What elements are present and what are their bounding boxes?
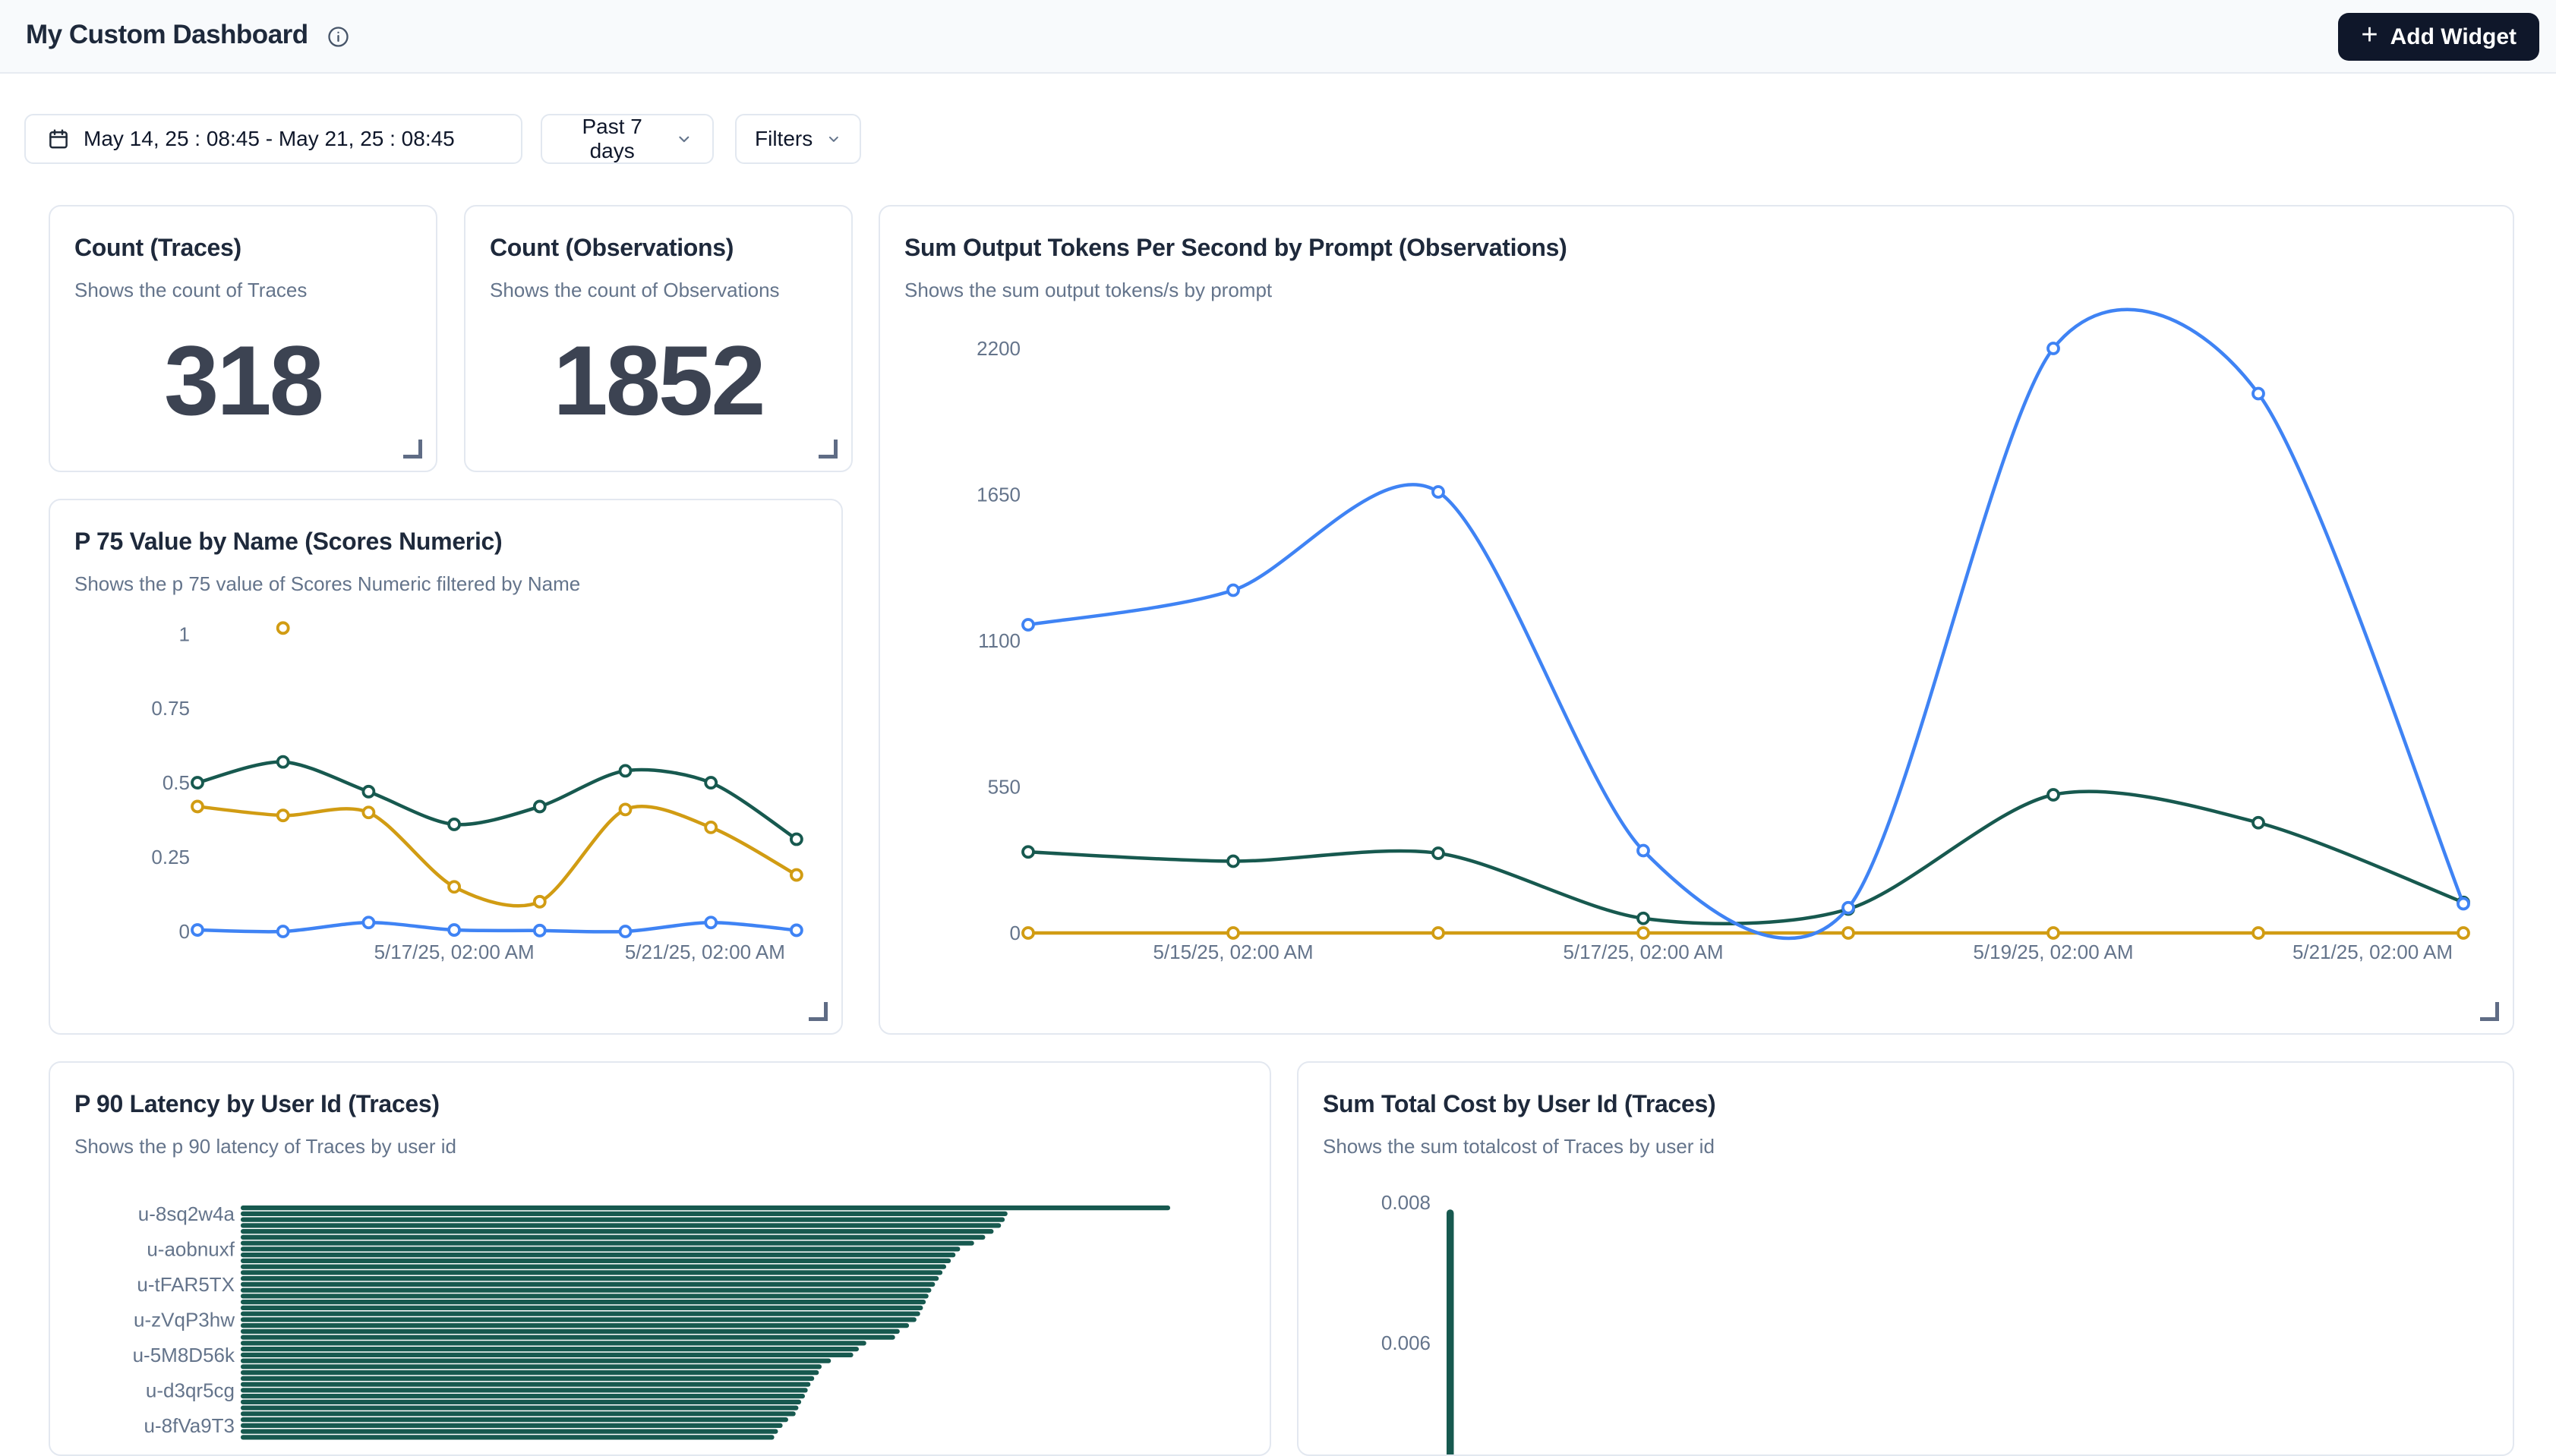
filters-label: Filters [755, 127, 813, 151]
svg-text:1650: 1650 [977, 484, 1021, 506]
svg-text:5/15/25, 02:00 AM: 5/15/25, 02:00 AM [1153, 941, 1313, 963]
svg-text:0.006: 0.006 [1381, 1332, 1431, 1354]
resize-handle-icon[interactable] [819, 440, 838, 459]
date-range-label: May 14, 25 : 08:45 - May 21, 25 : 08:45 [84, 127, 455, 151]
svg-text:u-d3qr5cg: u-d3qr5cg [146, 1379, 235, 1402]
svg-text:5/17/25, 02:00 AM: 5/17/25, 02:00 AM [1563, 941, 1723, 963]
svg-text:0: 0 [179, 920, 190, 943]
widget-title: P 90 Latency by User Id (Traces) [74, 1090, 1245, 1118]
widget-title: Sum Total Cost by User Id (Traces) [1323, 1090, 2488, 1118]
chevron-down-icon [826, 130, 841, 148]
add-widget-label: Add Widget [2390, 24, 2517, 50]
widget-count-traces: Count (Traces) Shows the count of Traces… [49, 205, 437, 472]
metric-value: 318 [74, 323, 412, 437]
svg-text:5/19/25, 02:00 AM: 5/19/25, 02:00 AM [1973, 941, 2133, 963]
widget-tokens-by-prompt: Sum Output Tokens Per Second by Prompt (… [879, 205, 2514, 1035]
widget-subtitle: Shows the p 90 latency of Traces by user… [74, 1135, 1245, 1158]
svg-text:u-8fVa9T3: u-8fVa9T3 [144, 1414, 235, 1437]
svg-text:0: 0 [1010, 922, 1021, 944]
svg-text:0.75: 0.75 [151, 697, 190, 720]
plus-icon: + [2361, 19, 2378, 52]
widget-title: Sum Output Tokens Per Second by Prompt (… [904, 234, 2488, 262]
svg-text:u-aobnuxf: u-aobnuxf [147, 1238, 235, 1261]
widget-cost-by-user: Sum Total Cost by User Id (Traces) Shows… [1297, 1061, 2514, 1456]
date-range-picker[interactable]: May 14, 25 : 08:45 - May 21, 25 : 08:45 [24, 114, 522, 164]
filters-dropdown[interactable]: Filters [735, 114, 861, 164]
widget-subtitle: Shows the sum output tokens/s by prompt [904, 279, 2488, 302]
widget-subtitle: Shows the count of Observations [490, 279, 827, 302]
resize-handle-icon[interactable] [809, 1002, 828, 1021]
widget-subtitle: Shows the count of Traces [74, 279, 412, 302]
widget-p90-latency: P 90 Latency by User Id (Traces) Shows t… [49, 1061, 1271, 1456]
svg-text:1: 1 [179, 622, 190, 645]
svg-text:u-tFAR5TX: u-tFAR5TX [137, 1273, 235, 1296]
page-title: My Custom Dashboard [26, 20, 308, 50]
chevron-down-icon [676, 130, 693, 148]
svg-text:2200: 2200 [977, 337, 1021, 360]
add-widget-button[interactable]: + Add Widget [2338, 13, 2539, 61]
widget-subtitle: Shows the p 75 value of Scores Numeric f… [74, 572, 817, 596]
svg-text:550: 550 [988, 776, 1021, 799]
date-preset-label: Past 7 days [562, 115, 662, 163]
info-icon[interactable] [327, 25, 350, 49]
calendar-icon [47, 128, 70, 150]
widget-subtitle: Shows the sum totalcost of Traces by use… [1323, 1135, 2488, 1158]
resize-handle-icon[interactable] [2480, 1002, 2499, 1021]
resize-handle-icon[interactable] [403, 440, 422, 459]
widget-count-observations: Count (Observations) Shows the count of … [464, 205, 853, 472]
tokens-line-chart[interactable]: 0 550 1100 1650 2200 5/15/25, 02:00 AM 5/17/25… [880, 206, 2514, 1035]
metric-value: 1852 [490, 323, 827, 437]
widget-p75-scores: P 75 Value by Name (Scores Numeric) Show… [49, 499, 843, 1035]
widget-title: P 75 Value by Name (Scores Numeric) [74, 528, 817, 556]
widget-title: Count (Observations) [490, 234, 827, 262]
svg-text:u-5M8D56k: u-5M8D56k [133, 1344, 235, 1366]
widget-title: Count (Traces) [74, 234, 412, 262]
svg-text:u-zVqP3hw: u-zVqP3hw [134, 1309, 235, 1332]
svg-text:0.25: 0.25 [151, 846, 190, 868]
svg-text:1100: 1100 [978, 629, 1021, 652]
svg-text:0.5: 0.5 [163, 771, 190, 794]
date-preset-dropdown[interactable]: Past 7 days [541, 114, 714, 164]
svg-text:5/21/25, 02:00 AM: 5/21/25, 02:00 AM [2293, 941, 2453, 963]
svg-text:5/21/25, 02:00 AM: 5/21/25, 02:00 AM [625, 941, 785, 963]
svg-text:5/17/25, 02:00 AM: 5/17/25, 02:00 AM [374, 941, 535, 963]
svg-text:0.008: 0.008 [1381, 1191, 1431, 1214]
topbar: My Custom Dashboard + Add Widget [0, 0, 2556, 74]
svg-text:u-8sq2w4a: u-8sq2w4a [138, 1202, 235, 1225]
